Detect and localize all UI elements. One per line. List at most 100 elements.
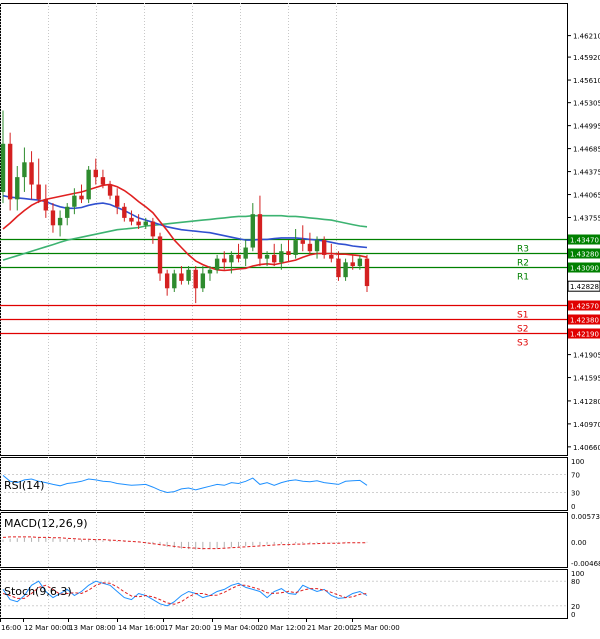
forex-chart: 1.46210 1.45920 1.45610 1.45305 1.44995 1.446… bbox=[0, 0, 600, 635]
price-label: 1.45305 bbox=[573, 100, 600, 108]
candle-body bbox=[293, 240, 298, 255]
candle-body bbox=[357, 258, 363, 267]
macd-title: MACD(12,26,9) bbox=[4, 517, 88, 530]
candle-body bbox=[36, 184, 41, 200]
price-label: 1.43755 bbox=[573, 215, 600, 223]
panel-frame-rsi bbox=[0, 457, 568, 511]
rsi-axis-label: 30 bbox=[571, 490, 580, 498]
level-value-R1: 1.43090 bbox=[570, 265, 599, 273]
price-label: 1.44065 bbox=[573, 192, 600, 200]
level-value-R3: 1.43470 bbox=[570, 237, 599, 245]
price-label: 1.41280 bbox=[573, 398, 600, 406]
candle-body bbox=[364, 258, 370, 287]
macd-axis-label: 0.005733 bbox=[571, 513, 600, 521]
candle-body bbox=[100, 177, 106, 185]
candle-body bbox=[72, 195, 77, 207]
stoch-title: Stoch(9,6,3) bbox=[4, 585, 72, 598]
chart-canvas: 1.46210 1.45920 1.45610 1.45305 1.44995 1.446… bbox=[0, 3, 600, 635]
stoch-axis-label: 20 bbox=[571, 603, 580, 611]
price-label: 1.46210 bbox=[573, 33, 600, 41]
candle-body bbox=[243, 247, 248, 259]
candle-body bbox=[314, 240, 320, 252]
time-label: 14 Mar 16:00 bbox=[118, 624, 165, 632]
candle-body bbox=[50, 210, 56, 226]
candle-body bbox=[86, 169, 91, 200]
candle-body bbox=[200, 273, 206, 289]
candle-body bbox=[43, 199, 49, 211]
level-value-R2: 1.43280 bbox=[570, 251, 599, 259]
candle-body bbox=[236, 254, 241, 259]
time-label: 13 Mar 08:00 bbox=[69, 624, 116, 632]
price-label: 1.40660 bbox=[573, 444, 600, 452]
candle-body bbox=[193, 269, 198, 289]
candle-body bbox=[15, 177, 20, 200]
current-price-label: 1.42828 bbox=[570, 283, 599, 291]
candle-body bbox=[22, 162, 27, 178]
level-value-S1: 1.42570 bbox=[570, 303, 599, 311]
level-value-S2: 1.42380 bbox=[570, 317, 599, 325]
rsi-axis-label: 100 bbox=[571, 458, 584, 466]
candle-body bbox=[279, 251, 284, 263]
stoch-axis-label: 0 bbox=[571, 611, 575, 619]
level-name-R1: R1 bbox=[517, 273, 529, 283]
price-label: 1.40970 bbox=[573, 421, 600, 429]
stoch-axis-label: 100 bbox=[571, 570, 584, 578]
price-label: 1.44685 bbox=[573, 146, 600, 154]
candle-body bbox=[164, 273, 170, 289]
candle-body bbox=[336, 258, 341, 278]
candle-body bbox=[0, 143, 6, 192]
stoch-axis-label: 80 bbox=[571, 578, 580, 586]
candle-body bbox=[7, 143, 13, 200]
time-label: 12 Mar 00:00 bbox=[24, 624, 71, 632]
candle-body bbox=[157, 236, 163, 274]
candle-body bbox=[229, 254, 234, 263]
price-label: 1.41595 bbox=[573, 375, 600, 383]
candle-body bbox=[114, 195, 120, 207]
candle-body bbox=[65, 206, 70, 218]
candle-body bbox=[129, 217, 134, 222]
candle-body bbox=[143, 221, 148, 226]
candle-body bbox=[300, 240, 305, 244]
candle-body bbox=[286, 251, 291, 255]
panel-frame-main bbox=[0, 3, 568, 456]
candle-body bbox=[343, 262, 348, 278]
price-label: 1.41905 bbox=[573, 352, 600, 360]
candle-body bbox=[179, 273, 184, 281]
time-label: 21 Mar 20:00 bbox=[307, 624, 354, 632]
price-label: 1.44995 bbox=[573, 123, 600, 131]
rsi-axis-label: 0 bbox=[571, 503, 575, 511]
time-label: 20 Mar 12:00 bbox=[259, 624, 306, 632]
time-label: 25 Mar 00:00 bbox=[353, 624, 400, 632]
rsi-title: RSI(14) bbox=[4, 479, 44, 492]
time-label: 19 Mar 04:00 bbox=[213, 624, 260, 632]
candle-body bbox=[214, 258, 220, 270]
macd-axis-label: 0.00 bbox=[571, 539, 587, 547]
candle-body bbox=[29, 162, 34, 185]
candle-body bbox=[321, 240, 327, 255]
time-label: 16:00 bbox=[1, 624, 21, 632]
candle-body bbox=[122, 206, 127, 218]
level-value-S3: 1.42190 bbox=[570, 331, 599, 339]
price-label: 1.44375 bbox=[573, 169, 600, 177]
candle-body bbox=[329, 254, 334, 259]
level-name-S3: S3 bbox=[517, 339, 528, 349]
candle-body bbox=[250, 214, 256, 248]
candle-body bbox=[186, 269, 191, 281]
candle-body bbox=[93, 169, 98, 178]
candle-body bbox=[150, 221, 156, 237]
candle-body bbox=[79, 195, 84, 200]
candle-body bbox=[57, 217, 63, 226]
candle-body bbox=[136, 221, 141, 226]
panel-frame-stoch bbox=[0, 569, 568, 619]
rsi-axis-label: 70 bbox=[571, 472, 580, 480]
candle-body bbox=[307, 243, 313, 252]
candle-body bbox=[207, 269, 213, 274]
candle-body bbox=[107, 184, 113, 196]
time-label: 17 Mar 20:00 bbox=[164, 624, 211, 632]
candle-body bbox=[272, 254, 277, 263]
price-label: 1.45920 bbox=[573, 54, 600, 62]
price-label: 1.45610 bbox=[573, 77, 600, 85]
candle-body bbox=[257, 214, 263, 259]
candle-body bbox=[264, 254, 270, 259]
candle-body bbox=[222, 258, 227, 263]
